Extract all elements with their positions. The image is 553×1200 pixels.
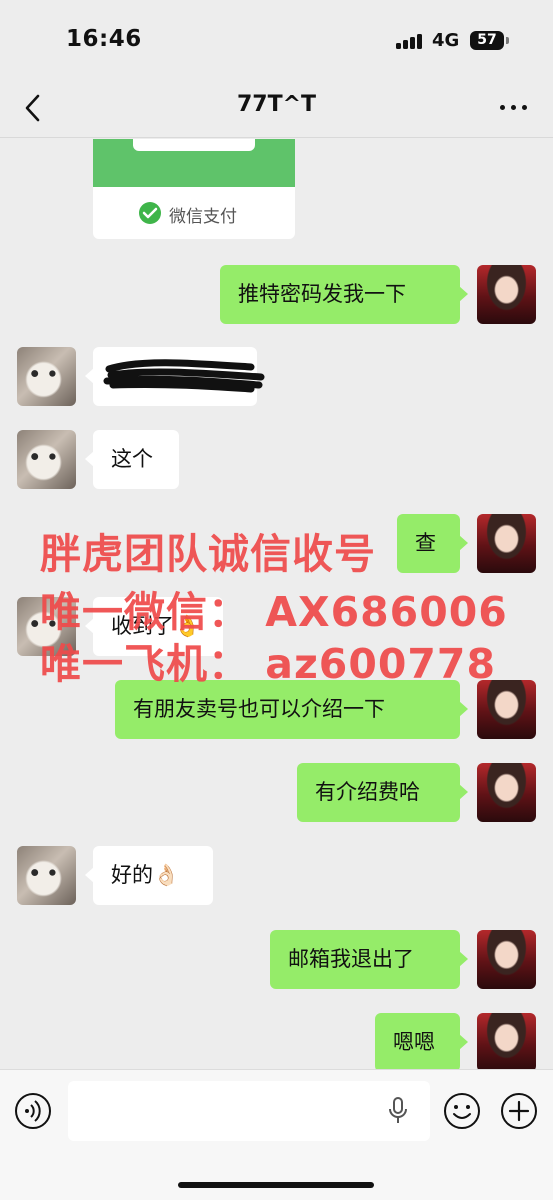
avatar-contact[interactable] <box>17 347 76 406</box>
avatar-self[interactable] <box>477 763 536 822</box>
avatar-self[interactable] <box>477 1013 536 1069</box>
message-bubble-incoming-redacted[interactable] <box>85 347 265 406</box>
input-bar <box>0 1069 553 1200</box>
message-bubble-outgoing[interactable]: 查 <box>397 514 468 573</box>
network-type: 4G <box>432 30 460 51</box>
avatar-contact[interactable] <box>17 430 76 489</box>
message-bubble-incoming[interactable]: 这个 <box>85 430 179 489</box>
message-input[interactable] <box>68 1081 430 1141</box>
emoji-icon[interactable] <box>443 1092 481 1130</box>
pay-card-label: 微信支付 <box>169 207 237 227</box>
wechat-pay-icon <box>139 202 161 224</box>
home-indicator <box>178 1182 374 1188</box>
battery-icon: 57 <box>470 31 504 50</box>
avatar-self[interactable] <box>477 514 536 573</box>
pay-card-header <box>93 139 295 187</box>
battery-tip <box>506 37 509 44</box>
plus-icon[interactable] <box>500 1092 538 1130</box>
redaction-scribble <box>103 359 265 393</box>
message-bubble-outgoing[interactable]: 邮箱我退出了 <box>270 930 468 989</box>
message-bubble-outgoing[interactable]: 推特密码发我一下 <box>220 265 468 324</box>
status-bar: 16:46 4G 57 <box>0 0 553 80</box>
signal-icon <box>396 33 424 49</box>
status-time: 16:46 <box>66 26 142 52</box>
message-bubble-outgoing[interactable]: 有介绍费哈 <box>297 763 468 822</box>
pay-card-inner <box>133 139 255 151</box>
avatar-contact[interactable] <box>17 846 76 905</box>
message-bubble-outgoing[interactable]: 嗯嗯 <box>375 1013 468 1069</box>
pay-card-footer: 微信支付 <box>93 187 295 239</box>
message-bubble-incoming[interactable]: 好的👌🏻 <box>85 846 213 905</box>
overlay-text-line3: 唯一飞机： az600778 <box>40 640 496 688</box>
avatar-self[interactable] <box>477 930 536 989</box>
voice-icon[interactable] <box>14 1092 52 1130</box>
more-dots-icon[interactable] <box>498 94 530 122</box>
chat-title: 77T^T <box>236 92 317 117</box>
overlay-text-line1: 胖虎团队诚信收号 <box>40 530 376 578</box>
overlay-text-line2: 唯一微信： AX686006 <box>40 588 508 636</box>
nav-bar: 77T^T <box>0 80 553 138</box>
avatar-self[interactable] <box>477 265 536 324</box>
wechat-pay-card[interactable]: 微信支付 <box>93 139 295 239</box>
mic-icon[interactable] <box>388 1097 408 1125</box>
